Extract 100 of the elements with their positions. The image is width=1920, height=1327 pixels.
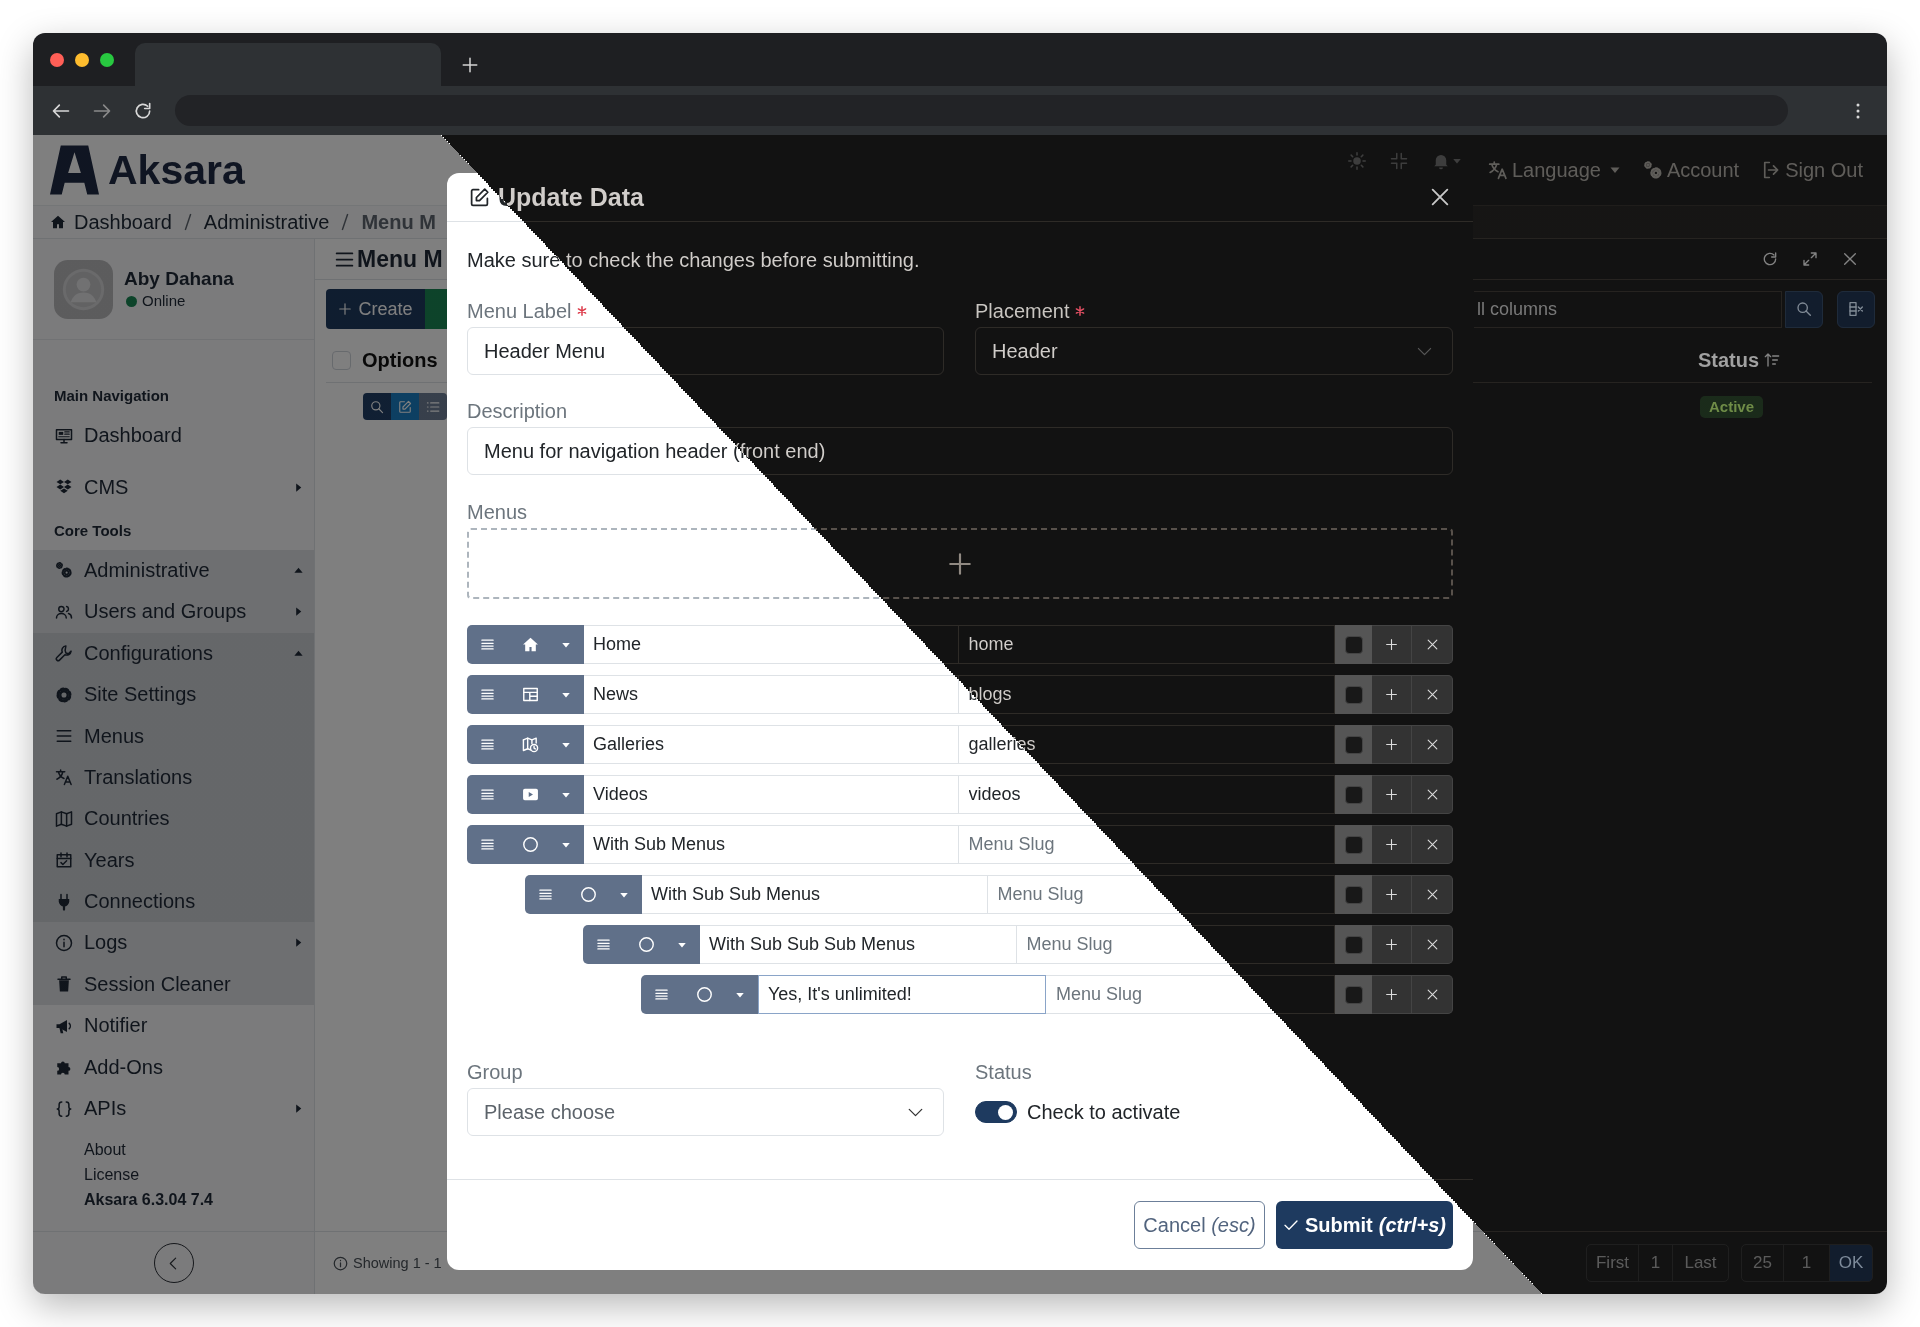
checkbox[interactable] [1344, 885, 1363, 904]
sidebar-item[interactable]: Site Settings [33, 673, 314, 716]
sun-icon[interactable] [1347, 152, 1366, 170]
checkbox-toggle[interactable] [1335, 925, 1372, 964]
checkbox-toggle[interactable] [1335, 675, 1372, 714]
window-close-icon[interactable] [50, 52, 64, 67]
remove-button[interactable] [1412, 825, 1453, 864]
pagination-button[interactable]: First [1586, 1244, 1639, 1282]
item-slug-field[interactable]: videos [958, 775, 1335, 814]
checkbox-toggle[interactable] [1335, 875, 1372, 914]
item-slug-field[interactable]: Menu Slug [1016, 925, 1335, 964]
item-slug-field[interactable]: blogs [958, 675, 1335, 714]
sidebar-item[interactable]: Countries [33, 798, 314, 840]
add-child-button[interactable] [1372, 775, 1412, 814]
checkbox[interactable] [1344, 935, 1363, 954]
sidebar-item[interactable]: APIs [33, 1087, 314, 1130]
item-label-field[interactable]: Home [584, 625, 959, 664]
checkbox[interactable] [1344, 785, 1363, 804]
sidebar-item[interactable]: Configurations [33, 632, 314, 674]
add-child-button[interactable] [1372, 825, 1412, 864]
checkbox[interactable] [1344, 835, 1363, 854]
sidebar-item[interactable]: Logs [33, 922, 314, 964]
add-child-button[interactable] [1372, 925, 1412, 964]
drag-handle[interactable] [583, 925, 623, 964]
item-label-field[interactable]: Galleries [584, 725, 959, 764]
drag-handle[interactable] [467, 725, 507, 764]
icon-picker-button[interactable] [507, 675, 584, 714]
add-child-button[interactable] [1372, 875, 1412, 914]
pagination-button[interactable]: Last [1672, 1244, 1729, 1282]
drag-handle[interactable] [467, 625, 507, 664]
list-button[interactable] [419, 393, 447, 420]
checkbox-toggle[interactable] [1335, 725, 1372, 764]
checkbox-toggle[interactable] [1335, 625, 1372, 664]
search-field[interactable]: ll columns [1474, 290, 1782, 328]
item-label-field[interactable]: With Sub Menus [584, 825, 959, 864]
item-label-field[interactable]: Yes, It's unlimited! [758, 975, 1046, 1014]
item-slug-field[interactable]: home [958, 625, 1335, 664]
placement-select[interactable]: Header [975, 327, 1453, 375]
icon-picker-button[interactable] [681, 975, 758, 1014]
toggle-switch[interactable] [975, 1101, 1017, 1123]
add-child-button[interactable] [1372, 975, 1412, 1014]
icon-picker-button[interactable] [507, 775, 584, 814]
refresh-icon[interactable] [1762, 251, 1778, 267]
item-label-field[interactable]: With Sub Sub Menus [642, 875, 988, 914]
select-all-checkbox[interactable] [332, 350, 351, 370]
remove-button[interactable] [1412, 875, 1453, 914]
drag-handle[interactable] [525, 875, 565, 914]
checkbox-toggle[interactable] [1335, 775, 1372, 814]
drag-handle[interactable] [641, 975, 681, 1014]
add-child-button[interactable] [1372, 675, 1412, 714]
icon-picker-button[interactable] [507, 725, 584, 764]
sidebar-item[interactable]: Menus [33, 715, 314, 757]
sidebar-link[interactable]: About [84, 1137, 126, 1163]
cancel-button[interactable]: Cancel (esc) [1134, 1201, 1265, 1249]
header-menu-link[interactable]: Account [1642, 158, 1740, 182]
icon-picker-button[interactable] [565, 875, 642, 914]
window-maximize-icon[interactable] [100, 52, 114, 67]
item-slug-field[interactable]: Menu Slug [1046, 975, 1335, 1014]
expand-icon[interactable] [1802, 251, 1818, 267]
remove-button[interactable] [1412, 925, 1453, 964]
submit-button[interactable]: Submit (ctrl+s) [1276, 1201, 1453, 1249]
page-input[interactable]: 1 [1783, 1244, 1830, 1282]
sidebar-item[interactable]: CMS [33, 466, 314, 508]
icon-picker-button[interactable] [623, 925, 700, 964]
window-minimize-icon[interactable] [75, 52, 89, 67]
icon-picker-button[interactable] [507, 625, 584, 664]
checkbox-toggle[interactable] [1335, 825, 1372, 864]
sidebar-item[interactable]: Session Cleaner [33, 963, 314, 1006]
sidebar-item[interactable]: Dashboard [33, 415, 314, 457]
go-button[interactable]: OK [1829, 1244, 1873, 1282]
caret-icon[interactable] [1451, 156, 1462, 166]
remove-button[interactable] [1412, 625, 1453, 664]
item-slug-field[interactable]: Menu Slug [987, 875, 1335, 914]
checkbox[interactable] [1344, 635, 1363, 654]
item-label-field[interactable]: With Sub Sub Sub Menus [700, 925, 1017, 964]
per-page-select[interactable]: 25 [1741, 1244, 1784, 1282]
sidebar-item[interactable]: Translations [33, 756, 314, 799]
edit-button[interactable] [391, 393, 419, 420]
breadcrumb-current[interactable]: Menu M [361, 210, 436, 234]
checkbox[interactable] [1344, 735, 1363, 754]
item-label-field[interactable]: Videos [584, 775, 959, 814]
breadcrumb-link[interactable]: Dashboard [50, 210, 172, 234]
group-select[interactable]: Please choose [467, 1088, 944, 1136]
item-slug-field[interactable]: Menu Slug [958, 825, 1335, 864]
item-label-field[interactable]: News [584, 675, 959, 714]
sidebar-item[interactable]: Years [33, 839, 314, 881]
checkbox-toggle[interactable] [1335, 975, 1372, 1014]
header-menu-link[interactable]: Language [1487, 158, 1621, 182]
add-child-button[interactable] [1372, 725, 1412, 764]
remove-button[interactable] [1412, 975, 1453, 1014]
remove-button[interactable] [1412, 725, 1453, 764]
menu-label-input[interactable]: Header Menu [467, 327, 944, 375]
sidebar-item[interactable]: Users and Groups [33, 591, 314, 633]
sidebar-item[interactable]: Add-Ons [33, 1046, 314, 1088]
sort-icon[interactable] [1764, 352, 1781, 368]
checkbox[interactable] [1344, 685, 1363, 704]
sidebar-item[interactable]: Administrative [33, 549, 314, 592]
close-icon[interactable] [1842, 251, 1858, 267]
drag-handle[interactable] [467, 675, 507, 714]
columns-button[interactable] [1837, 290, 1875, 328]
